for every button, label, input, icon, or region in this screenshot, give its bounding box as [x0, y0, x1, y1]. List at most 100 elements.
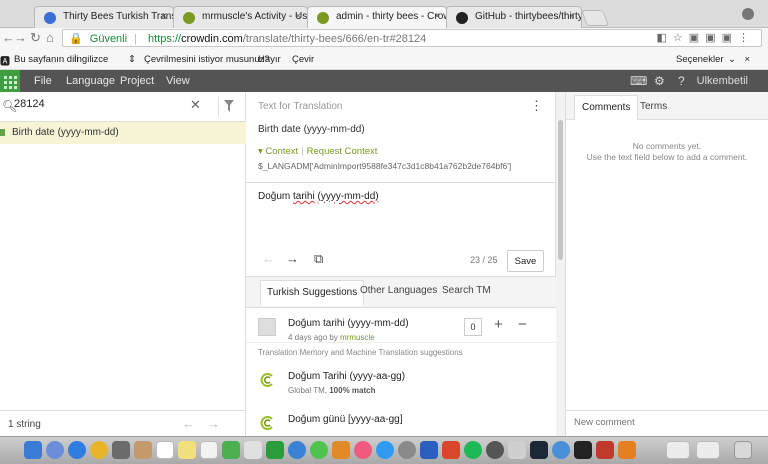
lock-icon: 🔒	[69, 33, 83, 45]
scrollbar-thumb[interactable]	[558, 120, 563, 260]
app-icon[interactable]	[112, 441, 130, 459]
copy-source-icon[interactable]: ⧉	[314, 251, 323, 267]
launchpad-icon[interactable]	[46, 441, 64, 459]
safari-icon[interactable]	[68, 441, 86, 459]
strings-footer: 1 string ←→	[0, 410, 246, 436]
app-icon[interactable]	[618, 441, 636, 459]
tab-search-tm[interactable]: Search TM	[442, 285, 491, 296]
address-bar[interactable]: 🔒 Güvenli | https://crowdin.com/translat…	[62, 29, 762, 47]
next-icon[interactable]: →	[207, 416, 232, 431]
profile-icon[interactable]	[742, 8, 754, 20]
app-icon[interactable]	[486, 441, 504, 459]
itunes-icon[interactable]	[354, 441, 372, 459]
powerpoint-icon[interactable]	[442, 441, 460, 459]
tab-other-languages[interactable]: Other Languages	[360, 285, 437, 296]
more-options-icon[interactable]: ⋮	[530, 98, 543, 114]
reminders-icon[interactable]	[200, 441, 218, 459]
request-context-link[interactable]: Request Context	[307, 146, 378, 157]
tab-turkish-suggestions[interactable]: Turkish Suggestions	[260, 280, 365, 306]
window-thumbnail-icon[interactable]	[666, 441, 690, 459]
search-input[interactable]	[14, 98, 174, 110]
messages-icon[interactable]	[288, 441, 306, 459]
browser-tab-admin-crowdin[interactable]: admin - thirty bees - Crowdin ×	[307, 6, 447, 28]
menu-file[interactable]: File	[34, 75, 52, 87]
app-icon[interactable]	[508, 441, 526, 459]
extension-icon[interactable]: ▣	[722, 32, 738, 44]
apps-grid-icon[interactable]	[0, 70, 20, 92]
steam-icon[interactable]	[530, 441, 548, 459]
browser-tab-thirtybees-translation[interactable]: Thirty Bees Turkish Translation ×	[34, 6, 174, 28]
suggestion-list: Doğum tarihi (yyyy-mm-dd) 4 days ago by …	[246, 307, 556, 437]
user-name[interactable]: Ulkembetil	[697, 75, 748, 87]
new-comment-input[interactable]	[574, 417, 754, 428]
no-button[interactable]: Hayır	[258, 54, 281, 65]
contacts-icon[interactable]	[134, 441, 152, 459]
maps-icon[interactable]	[222, 441, 240, 459]
new-tab-button[interactable]	[581, 10, 609, 26]
home-icon[interactable]: ⌂	[46, 30, 54, 45]
prev-icon[interactable]: ←	[182, 416, 207, 431]
author-link[interactable]: mrmuscle	[340, 333, 375, 342]
previous-string-icon[interactable]: ←	[262, 251, 275, 266]
chevron-down-icon[interactable]: ⌄	[728, 54, 736, 65]
close-tab-icon[interactable]: ×	[295, 11, 301, 22]
forward-icon[interactable]: →	[14, 30, 27, 45]
excel-icon[interactable]	[266, 441, 284, 459]
tm-suggestion[interactable]: Doğum Tarihi (yyyy-aa-gg) Global TM, 100…	[258, 371, 548, 399]
tab-comments[interactable]: Comments	[574, 95, 639, 121]
vote-down-icon[interactable]: −	[518, 316, 527, 333]
close-tab-icon[interactable]: ×	[434, 11, 440, 22]
divider	[246, 182, 556, 183]
extension-icon[interactable]: ◧	[657, 32, 673, 44]
photos-icon[interactable]	[244, 441, 262, 459]
bookmark-star-icon[interactable]: ☆	[673, 32, 689, 44]
finder-icon[interactable]	[24, 441, 42, 459]
language-select[interactable]: İngilizce	[74, 54, 108, 65]
next-string-icon[interactable]: →	[286, 251, 299, 266]
menu-view[interactable]: View	[166, 75, 190, 87]
help-icon[interactable]: ?	[678, 74, 685, 88]
url-host: crowdin.com	[181, 33, 243, 45]
save-button[interactable]: Save	[507, 250, 544, 272]
close-icon[interactable]: ×	[744, 54, 750, 65]
vote-up-icon[interactable]: +	[494, 316, 503, 333]
gear-icon[interactable]: ⚙	[654, 74, 665, 88]
spotify-icon[interactable]	[464, 441, 482, 459]
terminal-icon[interactable]	[574, 441, 592, 459]
chrome-icon[interactable]	[90, 441, 108, 459]
translation-textarea[interactable]: Doğum tarihi (yyyy-mm-dd)	[258, 191, 379, 202]
facetime-icon[interactable]	[310, 441, 328, 459]
menu-icon[interactable]: ⋮	[738, 32, 755, 44]
tm-suggestion[interactable]: Doğum günü [yyyy-aa-gg]	[258, 414, 548, 434]
system-preferences-icon[interactable]	[398, 441, 416, 459]
close-tab-icon[interactable]: ×	[569, 11, 575, 22]
notes-icon[interactable]	[178, 441, 196, 459]
translate-button[interactable]: Çevir	[292, 54, 314, 65]
menu-language[interactable]: Language	[66, 75, 115, 87]
browser-tab-mrmuscle-activity[interactable]: mrmuscle's Activity - Users at ×	[173, 6, 308, 28]
close-tab-icon[interactable]: ×	[161, 11, 167, 22]
tab-terms[interactable]: Terms	[640, 101, 667, 112]
keyboard-icon[interactable]: ⌨	[630, 74, 647, 88]
extension-icon[interactable]: ▣	[689, 32, 705, 44]
extension-icon[interactable]: ▣	[705, 32, 721, 44]
trash-icon[interactable]	[734, 441, 752, 459]
calendar-icon[interactable]	[156, 441, 174, 459]
context-link[interactable]: Context	[265, 146, 298, 157]
clear-icon[interactable]: ✕	[190, 97, 201, 113]
options-button[interactable]: Seçenekler	[676, 54, 724, 65]
app-icon[interactable]	[596, 441, 614, 459]
app-icon[interactable]	[552, 441, 570, 459]
menu-project[interactable]: Project	[120, 75, 154, 87]
url-scheme: https://	[148, 33, 182, 45]
ibooks-icon[interactable]	[332, 441, 350, 459]
editor-scrollbar[interactable]	[556, 92, 566, 436]
word-icon[interactable]	[420, 441, 438, 459]
app-store-icon[interactable]	[376, 441, 394, 459]
window-thumbnail-icon[interactable]	[696, 441, 720, 459]
filter-icon[interactable]	[218, 97, 236, 117]
reload-icon[interactable]: ↻	[30, 30, 41, 46]
browser-tab-github[interactable]: GitHub - thirtybees/thirtybees ×	[446, 6, 582, 28]
editor-toolbar: ← → ⧉ 23 / 25 Save	[246, 244, 556, 276]
list-item[interactable]: Birth date (yyyy-mm-dd)	[0, 122, 246, 144]
